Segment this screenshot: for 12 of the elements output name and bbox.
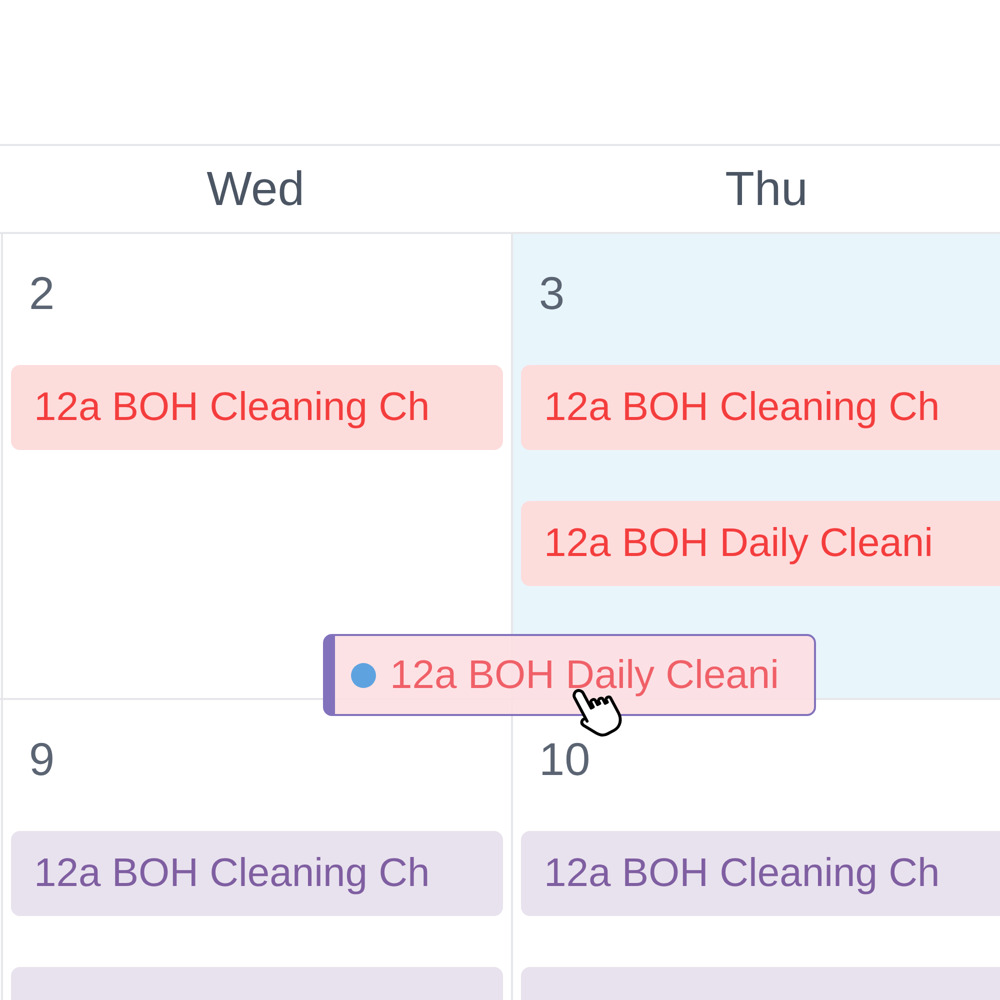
day-number: 2 [29, 270, 55, 316]
day-number: 3 [539, 270, 565, 316]
day-number: 10 [539, 736, 590, 782]
calendar-event[interactable]: 12a BOH Cleaning Ch [11, 831, 503, 916]
calendar-event[interactable]: 12a BOH Daily Cleani [521, 501, 1000, 586]
weekday-header: Wed [206, 162, 306, 218]
calendar-event[interactable]: 12a BOH Cleaning Ch [521, 831, 1000, 916]
calendar-event[interactable]: 12a BOH Cleaning Ch [11, 365, 503, 450]
calendar-event[interactable]: 12a BOH Cleaning Ch [521, 365, 1000, 450]
day-number: 9 [29, 736, 55, 782]
dragged-event[interactable]: 12a BOH Daily Cleani [323, 634, 816, 716]
weekday-header: Thu [724, 162, 809, 218]
